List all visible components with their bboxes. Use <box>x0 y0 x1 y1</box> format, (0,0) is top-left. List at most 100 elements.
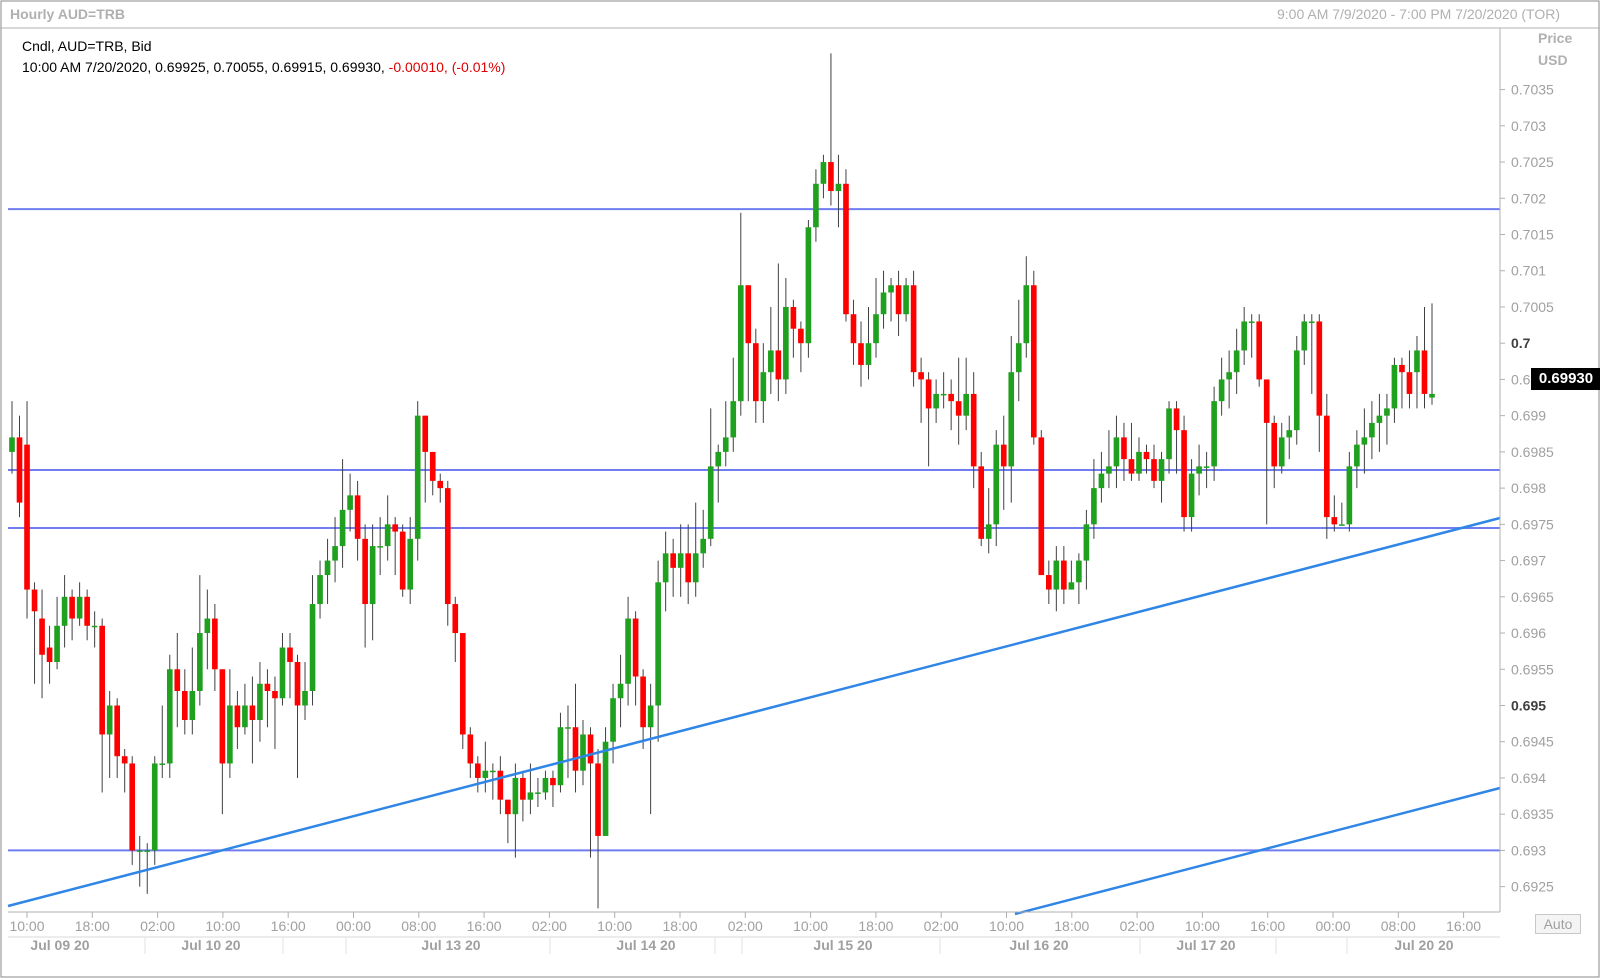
candle-body <box>1015 343 1022 373</box>
candle-body <box>234 705 241 728</box>
candle-body <box>1286 430 1293 438</box>
window-border <box>0 0 1600 978</box>
candle-body <box>1226 372 1232 380</box>
candle-body <box>662 553 669 583</box>
candle-body <box>1158 459 1165 481</box>
candle-body <box>324 560 331 576</box>
candle-body <box>1068 582 1075 590</box>
y-tick-label: 0.702 <box>1511 190 1546 206</box>
candle-body <box>84 596 90 626</box>
x-date-label: Jul 14 20 <box>616 937 675 953</box>
candle-body <box>565 727 571 729</box>
candle-body <box>242 705 248 728</box>
candle-body <box>377 546 383 548</box>
candle-body <box>1083 524 1090 561</box>
candle-body <box>850 314 857 344</box>
candle-body <box>1098 473 1105 489</box>
x-tick-label: 00:00 <box>336 918 371 934</box>
candle-body <box>497 770 504 800</box>
candle-body <box>948 393 954 402</box>
y-tick-label: 0.7035 <box>1511 82 1554 98</box>
candle-body <box>46 647 53 663</box>
candle-body <box>437 480 444 489</box>
chart-canvas[interactable]: 0.7035 0.703 0.7025 0.702 0.7015 0.701 0.7005 0… <box>0 0 1600 978</box>
candle-body <box>136 850 143 852</box>
candle-body <box>121 756 128 764</box>
candle-body <box>219 669 226 764</box>
candle-body <box>407 538 414 590</box>
candle-body <box>527 792 534 800</box>
candle-body <box>858 343 864 365</box>
candle-body <box>1181 430 1187 518</box>
candle-body <box>677 553 684 568</box>
x-tick-label: 16:00 <box>1446 918 1481 934</box>
candle-body <box>1121 437 1127 460</box>
candle-body <box>444 488 451 605</box>
candle-body <box>910 285 917 373</box>
candle-body <box>1211 401 1217 467</box>
x-date-label: Jul 13 20 <box>421 937 480 953</box>
candle-body <box>632 618 639 677</box>
candle-body <box>1166 408 1172 460</box>
candle-body <box>1076 560 1082 583</box>
y-tick-label: 0.6975 <box>1511 516 1554 532</box>
candle-body <box>197 633 203 691</box>
candle-body <box>865 343 872 365</box>
x-tick-label: 02:00 <box>1120 918 1155 934</box>
candle-body <box>595 763 601 836</box>
candle-body <box>722 437 729 452</box>
candle-body <box>955 401 962 416</box>
candle-body <box>918 372 924 380</box>
candle-body <box>144 850 151 852</box>
candle-body <box>339 509 346 547</box>
candle-body <box>1008 372 1015 467</box>
candle-body <box>940 393 947 396</box>
x-tick-label: 02:00 <box>140 918 175 934</box>
y-tick-label: 0.7 <box>1511 335 1531 351</box>
candle-body <box>1173 408 1180 431</box>
candle-body <box>1038 437 1045 576</box>
candle-body <box>752 343 759 402</box>
candle-body <box>820 162 827 184</box>
y-tick-label: 0.695 <box>1511 697 1546 713</box>
candle-body <box>1023 285 1030 344</box>
candle-body <box>1106 466 1112 474</box>
candle-body <box>1151 459 1157 481</box>
candle-body <box>24 444 30 590</box>
x-tick-label: 10:00 <box>1185 918 1220 934</box>
candle-body <box>1316 321 1323 416</box>
candle-body <box>730 401 737 438</box>
candle-body <box>1136 451 1142 474</box>
candle-body <box>805 227 812 344</box>
candle-body <box>1293 350 1300 431</box>
candle-body <box>69 596 75 619</box>
candle-body <box>625 618 631 684</box>
candle-body <box>1301 321 1308 351</box>
candle-body <box>482 770 489 778</box>
y-tick-label: 0.6985 <box>1511 444 1554 460</box>
candle-body <box>873 314 879 344</box>
candle-body <box>1218 379 1225 402</box>
candle-body <box>1339 524 1345 526</box>
x-tick-label: 08:00 <box>401 918 436 934</box>
candle-body <box>114 705 121 757</box>
y-tick-label: 0.7025 <box>1511 154 1554 170</box>
auto-scale-button[interactable]: Auto <box>1535 914 1581 934</box>
candle-body <box>227 705 233 764</box>
candle-body <box>970 393 977 467</box>
last-price-tag: 0.69930 <box>1531 368 1600 390</box>
price-axis-title: Price <box>1538 30 1573 46</box>
candle-body <box>1414 350 1420 373</box>
candle-body <box>91 625 98 628</box>
candle-body <box>332 546 338 561</box>
candle-body <box>535 792 541 794</box>
candle-body <box>1346 466 1353 525</box>
y-tick-label: 0.6945 <box>1511 734 1554 750</box>
candle-body <box>512 777 519 815</box>
candle-body <box>399 531 406 590</box>
y-tick-label: 0.6965 <box>1511 589 1554 605</box>
candle-body <box>1354 444 1360 467</box>
x-tick-label: 10:00 <box>597 918 632 934</box>
y-tick-label: 0.6925 <box>1511 879 1554 895</box>
candle-body <box>1046 575 1052 590</box>
